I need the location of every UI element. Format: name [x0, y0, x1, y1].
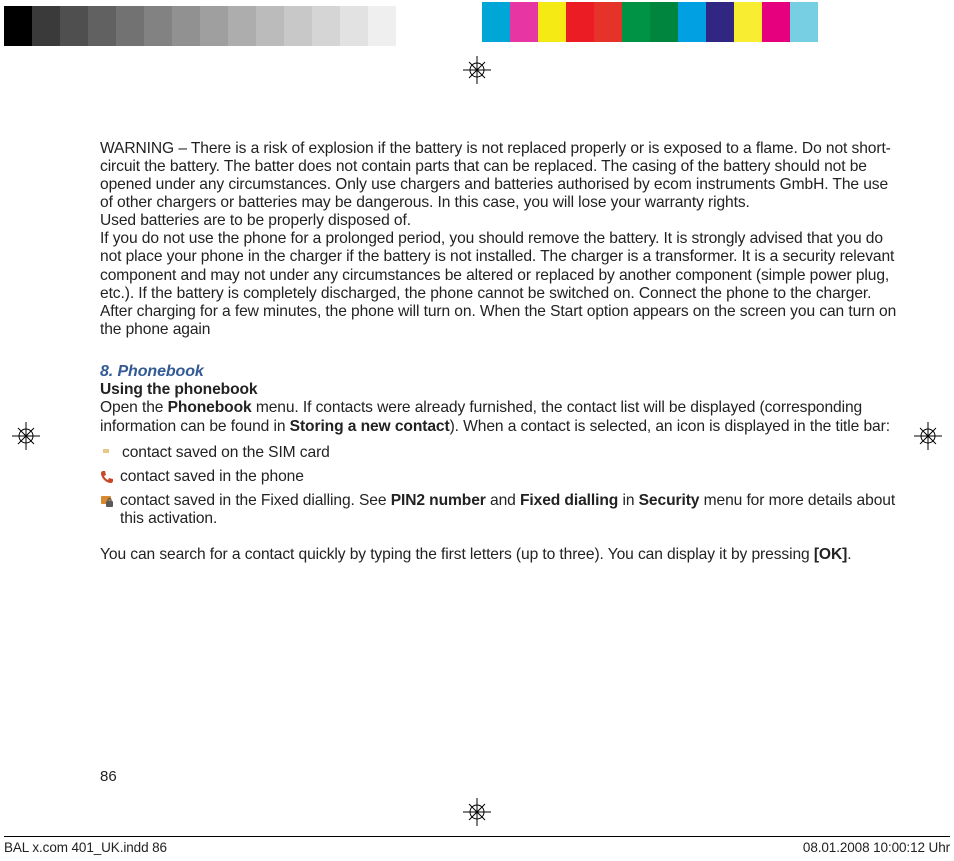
gray-swatch [256, 6, 284, 46]
page-number: 86 [100, 768, 117, 785]
footer-timestamp: 08.01.2008 10:00:12 Uhr [803, 840, 950, 855]
grayscale-calibration-bar [4, 6, 448, 46]
page-content: WARNING – There is a risk of explosion i… [100, 140, 898, 564]
gray-swatch [60, 6, 88, 46]
prolonged-use-paragraph: If you do not use the phone for a prolon… [100, 230, 898, 338]
color-swatch [594, 2, 622, 42]
gray-swatch [312, 6, 340, 46]
search-contact-paragraph: You can search for a contact quickly by … [100, 546, 898, 564]
text: . [847, 546, 851, 563]
phonebook-open-paragraph: Open the Phonebook menu. If contacts wer… [100, 399, 898, 435]
print-footer: BAL x.com 401_UK.indd 86 08.01.2008 10:0… [4, 836, 950, 855]
gray-swatch [116, 6, 144, 46]
gray-swatch [284, 6, 312, 46]
sim-contact-line: contact saved on the SIM card [100, 444, 898, 462]
section-subhead: Using the phonebook [100, 381, 898, 399]
bold-ok: [OK] [814, 546, 847, 563]
registration-mark-icon [463, 798, 491, 826]
section-title: 8. Phonebook [100, 363, 898, 382]
gray-swatch [200, 6, 228, 46]
bold-pin2: PIN2 number [391, 492, 486, 509]
registration-mark-icon [12, 422, 40, 450]
color-swatch [482, 2, 510, 42]
text: contact saved in the Fixed dialling. See [120, 492, 391, 509]
bold-security: Security [639, 492, 700, 509]
color-swatch [566, 2, 594, 42]
text: Open the [100, 399, 168, 416]
bold-storing-contact: Storing a new contact [290, 418, 450, 435]
bold-phonebook: Phonebook [168, 399, 252, 416]
registration-mark-icon [463, 56, 491, 84]
gray-swatch [32, 6, 60, 46]
gray-swatch [88, 6, 116, 46]
color-swatch [650, 2, 678, 42]
gray-swatch [144, 6, 172, 46]
gray-swatch [172, 6, 200, 46]
fixed-dialling-text: contact saved in the Fixed dialling. See… [120, 492, 898, 528]
color-swatch [734, 2, 762, 42]
gray-swatch [396, 6, 424, 46]
gray-swatch [368, 6, 396, 46]
phone-icon [100, 470, 114, 484]
sim-contact-text: contact saved on the SIM card [122, 444, 898, 462]
gray-swatch [4, 6, 32, 46]
color-swatch [538, 2, 566, 42]
gray-swatch [340, 6, 368, 46]
color-swatch [678, 2, 706, 42]
text: ). When a contact is selected, an icon i… [450, 418, 890, 435]
text: and [486, 492, 520, 509]
color-swatch [706, 2, 734, 42]
phone-contact-text: contact saved in the phone [120, 468, 898, 486]
color-swatch [622, 2, 650, 42]
color-calibration-bar [482, 2, 818, 42]
text: You can search for a contact quickly by … [100, 546, 814, 563]
color-swatch [790, 2, 818, 42]
lock-sim-icon [100, 494, 114, 508]
footer-filename: BAL x.com 401_UK.indd 86 [4, 840, 167, 855]
warning-paragraph: WARNING – There is a risk of explosion i… [100, 140, 898, 212]
bold-fixed-dialling: Fixed dialling [520, 492, 618, 509]
sim-card-icon [100, 446, 116, 460]
color-swatch [510, 2, 538, 42]
battery-disposal-line: Used batteries are to be properly dispos… [100, 212, 898, 230]
phone-contact-line: contact saved in the phone [100, 468, 898, 486]
gray-swatch [228, 6, 256, 46]
color-swatch [762, 2, 790, 42]
text: in [618, 492, 638, 509]
registration-mark-icon [914, 422, 942, 450]
fixed-dialling-line: contact saved in the Fixed dialling. See… [100, 492, 898, 528]
